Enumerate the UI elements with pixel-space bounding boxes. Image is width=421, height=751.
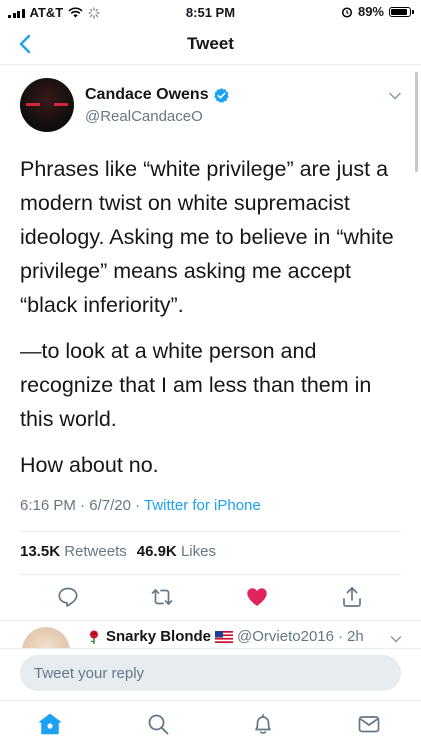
reply-input[interactable] xyxy=(20,655,401,691)
divider xyxy=(0,620,421,621)
nav-header: Tweet xyxy=(0,24,421,65)
divider xyxy=(20,574,401,575)
tweet-paragraph: How about no. xyxy=(20,453,159,477)
likes-count: 46.9K xyxy=(136,543,177,560)
status-right: 89% xyxy=(341,4,414,19)
tweet-paragraph: Phrases like “white privilege” are just … xyxy=(20,157,394,317)
envelope-icon[interactable] xyxy=(356,711,382,737)
scroll-indicator[interactable] xyxy=(415,72,418,172)
tweet-paragraph: —to look at a white person and recognize… xyxy=(20,339,372,431)
battery-icon xyxy=(389,6,414,17)
reply-menu-chevron-down-icon[interactable] xyxy=(389,632,403,646)
tweet-source-link[interactable]: Twitter for iPhone xyxy=(144,497,261,514)
retweets-label: Retweets xyxy=(64,543,127,560)
author-name-row[interactable]: Candace Owens xyxy=(85,86,230,104)
share-icon[interactable] xyxy=(340,585,364,609)
bottom-tab-bar xyxy=(0,700,421,751)
us-flag-emoji-icon xyxy=(215,630,234,643)
verified-badge-icon xyxy=(213,87,229,103)
reply-author-name: Snarky Blonde xyxy=(106,628,212,645)
reply-age: 2h xyxy=(346,628,364,645)
tweet-timestamp-row: 6:16 PM · 6/7/20 · Twitter for iPhone xyxy=(20,497,261,514)
alarm-icon xyxy=(341,6,353,18)
tweet-time: 6:16 PM xyxy=(20,497,76,514)
reply-header[interactable]: Snarky Blonde @Orvieto2016 · 2h xyxy=(86,628,364,645)
reply-icon[interactable] xyxy=(56,585,80,609)
battery-percent: 89% xyxy=(357,4,384,19)
likes-label: Likes xyxy=(180,543,216,560)
meta-separator: · xyxy=(337,628,343,645)
avatar-art xyxy=(26,103,40,106)
retweet-icon[interactable] xyxy=(150,585,174,609)
bell-icon[interactable] xyxy=(250,711,276,737)
battery-level xyxy=(391,8,408,15)
heart-icon[interactable] xyxy=(245,585,269,609)
tweet-date: 6/7/20 xyxy=(89,497,131,514)
status-bar: AT&T 8:51 PM 89% xyxy=(0,0,421,24)
home-icon[interactable] xyxy=(37,711,63,737)
retweets-count: 13.5K xyxy=(20,543,61,560)
tweet-menu-chevron-down-icon[interactable] xyxy=(387,88,403,104)
tweet-text: Phrases like “white privilege” are just … xyxy=(20,152,405,494)
divider xyxy=(20,531,401,532)
tweet-actions xyxy=(0,585,421,611)
likes-stat[interactable]: 46.9K Likes xyxy=(137,543,216,560)
meta-separator: · xyxy=(80,497,86,514)
tweet-stats: 13.5K Retweets 46.9K Likes xyxy=(20,543,216,560)
page-title: Tweet xyxy=(187,34,234,53)
meta-separator: · xyxy=(135,497,141,514)
author-handle[interactable]: @RealCandaceO xyxy=(85,108,203,125)
search-icon[interactable] xyxy=(145,711,171,737)
avatar-art xyxy=(54,103,68,106)
reply-author-handle: @Orvieto2016 xyxy=(237,628,334,645)
author-avatar[interactable] xyxy=(20,78,74,132)
author-name: Candace Owens xyxy=(85,86,209,103)
retweets-stat[interactable]: 13.5K Retweets xyxy=(20,543,127,560)
rose-emoji-icon xyxy=(90,630,98,644)
